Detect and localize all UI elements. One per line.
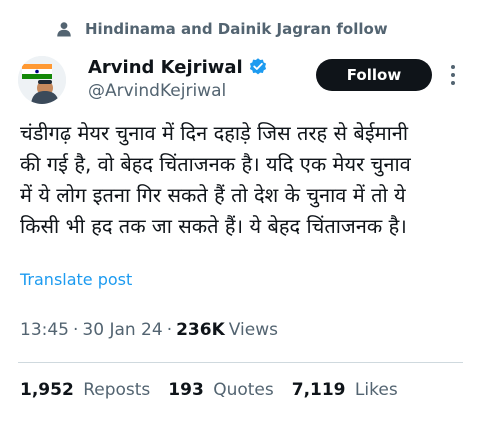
quotes-label: Quotes <box>213 380 274 400</box>
tweet-text-line: किसी भी हद तक जा सकते हैं। ये बेहद चिंता… <box>20 214 407 238</box>
tweet-meta: 13:45 · 30 Jan 24 · 236K Views <box>20 320 278 340</box>
avatar[interactable] <box>18 56 66 104</box>
author-handle[interactable]: @ArvindKejriwal <box>88 81 268 101</box>
author-name[interactable]: Arvind Kejriwal <box>88 57 243 78</box>
tweet-text-line: चंडीगढ़ मेयर चुनाव में दिन दहाड़े जिस तर… <box>20 121 409 145</box>
social-context[interactable]: Hindinama and Dainik Jagran follow <box>55 20 388 38</box>
author-block[interactable]: Arvind Kejriwal @ArvindKejriwal <box>88 55 268 101</box>
tweet-date[interactable]: 30 Jan 24 <box>82 320 162 340</box>
quotes-stat[interactable]: 193 Quotes <box>168 380 273 400</box>
tweet-text: चंडीगढ़ मेयर चुनाव में दिन दहाड़े जिस तर… <box>20 118 465 242</box>
likes-stat[interactable]: 7,119 Likes <box>292 380 398 400</box>
tweet-text-line: में ये लोग इतना गिर सकते हैं तो देश के च… <box>20 183 406 207</box>
tweet-card: Hindinama and Dainik Jagran follow Arvin… <box>0 0 478 427</box>
reposts-label: Reposts <box>83 380 151 400</box>
person-icon <box>57 22 71 37</box>
more-options-icon[interactable] <box>448 62 458 88</box>
verified-badge-icon <box>249 58 266 75</box>
follow-button[interactable]: Follow <box>316 59 432 91</box>
views-count: 236K <box>176 320 225 340</box>
reposts-stat[interactable]: 1,952 Reposts <box>20 380 150 400</box>
engagement-stats: 1,952 Reposts 193 Quotes 7,119 Likes <box>20 380 416 400</box>
separator-dot: · <box>73 320 79 340</box>
quotes-count: 193 <box>168 380 204 400</box>
likes-count: 7,119 <box>291 380 346 400</box>
tweet-time[interactable]: 13:45 <box>20 320 69 340</box>
separator-dot: · <box>166 320 173 340</box>
tweet-text-line: की गई है, वो बेहद चिंताजनक है। यदि एक मे… <box>20 152 411 176</box>
translate-post-link[interactable]: Translate post <box>20 270 132 289</box>
likes-label: Likes <box>354 380 398 400</box>
reposts-count: 1,952 <box>20 380 74 400</box>
views-label: Views <box>228 320 278 340</box>
social-context-text: Hindinama and Dainik Jagran follow <box>85 20 388 38</box>
divider <box>18 362 463 363</box>
